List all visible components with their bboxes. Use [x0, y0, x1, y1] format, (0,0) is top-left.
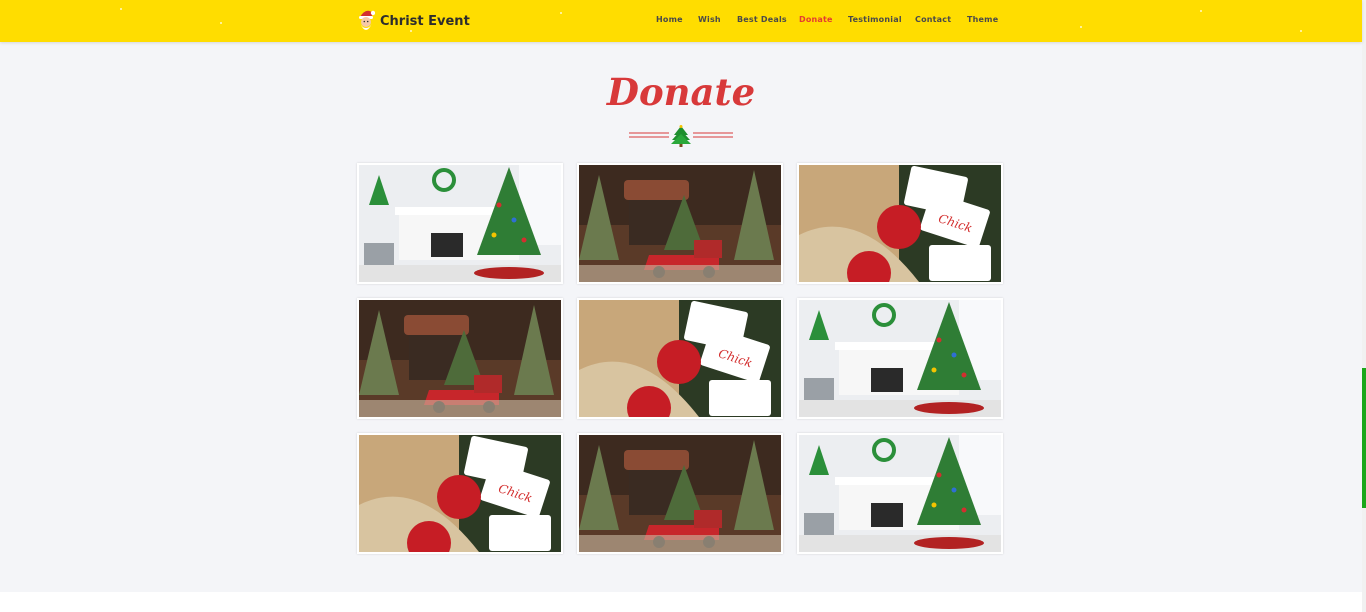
red-truck-christmas-tree-image [359, 300, 561, 417]
scrollbar-track[interactable] [1362, 0, 1366, 612]
snowflake [120, 8, 122, 10]
snowflake [220, 22, 222, 24]
gift-cards-ornaments-image: Chick [579, 300, 781, 417]
main-nav: Home Wish Best Deals Donate Testimonial … [0, 0, 1362, 42]
red-truck-christmas-tree-image [579, 165, 781, 282]
gallery-item[interactable]: Chick [357, 433, 563, 554]
fireplace-living-room-image [799, 435, 1001, 552]
gift-cards-ornaments-image: Chick [359, 435, 561, 552]
scrollbar-thumb[interactable] [1362, 368, 1366, 508]
snowflake [1200, 10, 1202, 12]
nav-contact[interactable]: Contact [915, 15, 951, 24]
site-header: Christ Event Home Wish Best Deals Donate… [0, 0, 1362, 42]
snowflake [410, 30, 412, 32]
gallery-item[interactable] [357, 298, 563, 419]
red-truck-christmas-tree-image [579, 435, 781, 552]
snowflake [1300, 30, 1302, 32]
gallery-item[interactable] [797, 298, 1003, 419]
nav-wish[interactable]: Wish [698, 15, 721, 24]
gift-cards-ornaments-image: Chick [799, 165, 1001, 282]
snowflake [1080, 26, 1082, 28]
fireplace-living-room-image [799, 300, 1001, 417]
nav-donate[interactable]: Donate [799, 15, 833, 24]
fireplace-living-room-image [359, 165, 561, 282]
gallery-item[interactable] [357, 163, 563, 284]
gallery-item[interactable] [577, 163, 783, 284]
section-title: Donate [606, 70, 756, 114]
gallery-item[interactable] [797, 433, 1003, 554]
gallery-item[interactable] [577, 433, 783, 554]
donate-section: Donate Chick Chick Chick [0, 42, 1362, 592]
nav-home[interactable]: Home [656, 15, 683, 24]
nav-theme[interactable]: Theme [967, 15, 998, 24]
snowflake [560, 12, 562, 14]
nav-testimonial[interactable]: Testimonial [848, 15, 902, 24]
nav-best-deals[interactable]: Best Deals [737, 15, 787, 24]
title-divider [629, 125, 733, 147]
gallery-item[interactable]: Chick [797, 163, 1003, 284]
gallery-item[interactable]: Chick [577, 298, 783, 419]
christmas-tree-icon [671, 125, 691, 147]
